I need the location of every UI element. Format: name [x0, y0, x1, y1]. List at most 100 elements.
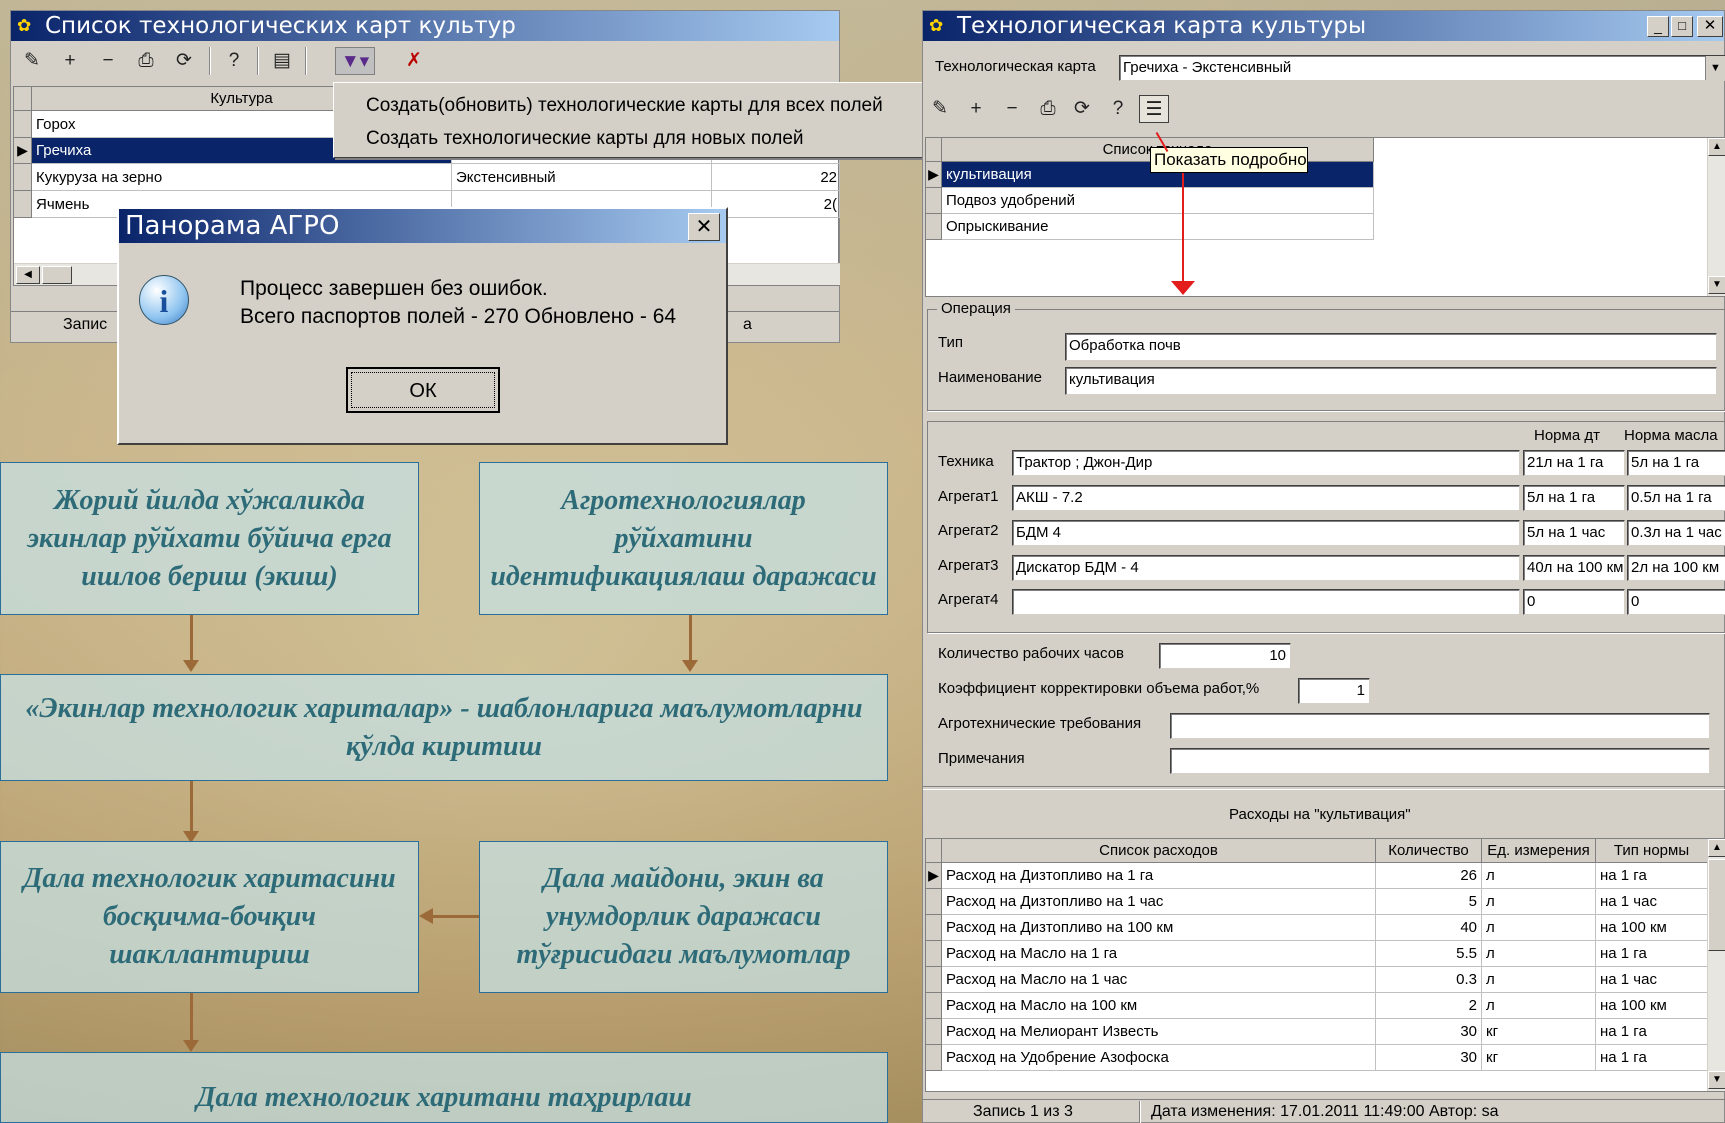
remove-icon[interactable]: −: [997, 95, 1027, 123]
equipment-aggregate2-norm-dt[interactable]: 5л на 1 час: [1523, 520, 1625, 546]
expense-name-cell[interactable]: Расход на Удобрение Азофоска: [942, 1045, 1376, 1071]
expense-name-cell[interactable]: Расход на Дизтопливо на 1 час: [942, 889, 1376, 915]
expense-qty-cell[interactable]: 5: [1376, 889, 1482, 915]
ok-button[interactable]: ОК: [346, 367, 500, 413]
table-row-culture[interactable]: Кукуруза на зерно: [32, 164, 452, 191]
properties-icon[interactable]: ▤: [267, 47, 297, 75]
agro-requirements-field[interactable]: [1170, 713, 1710, 739]
expense-qty-cell[interactable]: 2: [1376, 993, 1482, 1019]
expense-type-cell[interactable]: на 1 га: [1596, 1019, 1708, 1045]
print-icon[interactable]: ⎙: [1033, 95, 1063, 123]
red-arrowhead: [1171, 281, 1195, 295]
close-button[interactable]: ✕: [1697, 16, 1723, 37]
menu-item-update-all[interactable]: Создать(обновить) технологические карты …: [366, 95, 883, 117]
help-icon[interactable]: ?: [1103, 95, 1133, 123]
column-header-expense-name[interactable]: Список расходов: [942, 839, 1376, 863]
expense-type-cell[interactable]: на 1 га: [1596, 1045, 1708, 1071]
add-icon[interactable]: +: [55, 47, 85, 75]
expense-unit-cell[interactable]: л: [1482, 967, 1596, 993]
menu-item-create-new[interactable]: Создать технологические карты для новых …: [366, 128, 804, 150]
chevron-down-icon[interactable]: ▼: [1705, 56, 1725, 80]
column-header-norm-type[interactable]: Тип нормы: [1596, 839, 1708, 863]
table-row-num[interactable]: 22: [712, 164, 840, 191]
maximize-button[interactable]: □: [1671, 16, 1693, 37]
equipment-aggregate1-field[interactable]: АКШ - 7.2: [1012, 485, 1520, 511]
hours-field[interactable]: 10: [1159, 643, 1291, 669]
equipment-aggregate3-norm-dt[interactable]: 40л на 100 км: [1523, 555, 1625, 581]
expense-type-cell[interactable]: на 1 час: [1596, 889, 1708, 915]
scroll-down-button[interactable]: ▼: [1708, 1071, 1725, 1089]
expense-name-cell[interactable]: Расход на Масло на 1 га: [942, 941, 1376, 967]
refresh-icon[interactable]: ⟳: [1067, 95, 1097, 123]
column-header-unit[interactable]: Ед. измерения: [1482, 839, 1596, 863]
name-field[interactable]: культивация: [1065, 367, 1717, 395]
expense-unit-cell[interactable]: кг: [1482, 1045, 1596, 1071]
expense-qty-cell[interactable]: 30: [1376, 1045, 1482, 1071]
equipment-aggregate2-norm-oil[interactable]: 0.3л на 1 час: [1627, 520, 1725, 546]
expense-qty-cell[interactable]: 40: [1376, 915, 1482, 941]
filter-dropdown-icon[interactable]: ▼▾: [335, 47, 375, 75]
equipment-aggregate4-field[interactable]: [1012, 589, 1520, 615]
expense-qty-cell[interactable]: 5.5: [1376, 941, 1482, 967]
scroll-up-button[interactable]: ▲: [1708, 138, 1725, 156]
print-icon[interactable]: ⎙: [131, 47, 161, 75]
row-indicator: [926, 889, 942, 915]
scroll-up-button[interactable]: ▲: [1708, 839, 1725, 857]
equipment-aggregate1-norm-oil[interactable]: 0.5л на 1 га: [1627, 485, 1725, 511]
expense-unit-cell[interactable]: л: [1482, 941, 1596, 967]
equipment-aggregate4-norm-dt[interactable]: 0: [1523, 589, 1625, 615]
details-icon[interactable]: ☰: [1139, 95, 1169, 123]
equipment-aggregate2-field[interactable]: БДМ 4: [1012, 520, 1520, 546]
expense-type-cell[interactable]: на 1 га: [1596, 863, 1708, 889]
expense-name-cell[interactable]: Расход на Масло на 1 час: [942, 967, 1376, 993]
equipment-aggregate1-norm-dt[interactable]: 5л на 1 га: [1523, 485, 1625, 511]
help-icon[interactable]: ?: [219, 47, 249, 75]
equipment-aggregate3-norm-oil[interactable]: 2л на 100 км: [1627, 555, 1725, 581]
equipment-aggregate3-field[interactable]: Дискатор БДМ - 4: [1012, 555, 1520, 581]
table-row-tech[interactable]: Экстенсивный: [452, 164, 712, 191]
remove-icon[interactable]: −: [93, 47, 123, 75]
equipment-tractor-norm-dt[interactable]: 21л на 1 га: [1523, 450, 1625, 476]
equipment-tractor-field[interactable]: Трактор ; Джон-Дир: [1012, 450, 1520, 476]
edit-icon[interactable]: ✎: [17, 47, 47, 75]
expense-unit-cell[interactable]: л: [1482, 863, 1596, 889]
expense-name-cell[interactable]: Расход на Дизтопливо на 1 га: [942, 863, 1376, 889]
scroll-thumb[interactable]: [1708, 859, 1725, 951]
minimize-button[interactable]: _: [1647, 16, 1669, 37]
column-header-quantity[interactable]: Количество: [1376, 839, 1482, 863]
vertical-scrollbar[interactable]: ▲ ▼: [1707, 839, 1725, 1091]
splitter[interactable]: [923, 786, 1725, 790]
scroll-thumb[interactable]: [42, 266, 72, 284]
close-button[interactable]: ✕: [688, 213, 720, 241]
operation-row[interactable]: Опрыскивание: [942, 214, 1374, 240]
expense-type-cell[interactable]: на 1 час: [1596, 967, 1708, 993]
edit-icon[interactable]: ✎: [925, 95, 955, 123]
equipment-aggregate4-norm-oil[interactable]: 0: [1627, 589, 1725, 615]
expense-qty-cell[interactable]: 30: [1376, 1019, 1482, 1045]
vertical-scrollbar[interactable]: ▲ ▼: [1707, 138, 1725, 296]
expense-type-cell[interactable]: на 100 км: [1596, 915, 1708, 941]
expense-unit-cell[interactable]: л: [1482, 993, 1596, 1019]
expense-type-cell[interactable]: на 100 км: [1596, 993, 1708, 1019]
operation-row[interactable]: Подвоз удобрений: [942, 188, 1374, 214]
coef-field[interactable]: 1: [1298, 678, 1370, 704]
equipment-tractor-norm-oil[interactable]: 5л на 1 га: [1627, 450, 1725, 476]
table-row-num[interactable]: 2(: [712, 191, 840, 218]
expense-name-cell[interactable]: Расход на Мелиорант Известь: [942, 1019, 1376, 1045]
expense-unit-cell[interactable]: л: [1482, 889, 1596, 915]
expense-qty-cell[interactable]: 0.3: [1376, 967, 1482, 993]
refresh-icon[interactable]: ⟳: [169, 47, 199, 75]
expense-type-cell[interactable]: на 1 га: [1596, 941, 1708, 967]
expense-unit-cell[interactable]: л: [1482, 915, 1596, 941]
expense-qty-cell[interactable]: 26: [1376, 863, 1482, 889]
expense-name-cell[interactable]: Расход на Масло на 100 км: [942, 993, 1376, 1019]
expense-name-cell[interactable]: Расход на Дизтопливо на 100 км: [942, 915, 1376, 941]
type-field[interactable]: Обработка почв: [1065, 333, 1717, 361]
notes-field[interactable]: [1170, 748, 1710, 774]
tech-card-select[interactable]: Гречиха - Экстенсивный ▼: [1119, 55, 1725, 81]
expense-unit-cell[interactable]: кг: [1482, 1019, 1596, 1045]
add-icon[interactable]: +: [961, 95, 991, 123]
scroll-down-button[interactable]: ▼: [1708, 276, 1725, 294]
scroll-left-button[interactable]: ◀: [16, 266, 40, 284]
delete-filter-icon[interactable]: ✗: [399, 47, 429, 75]
